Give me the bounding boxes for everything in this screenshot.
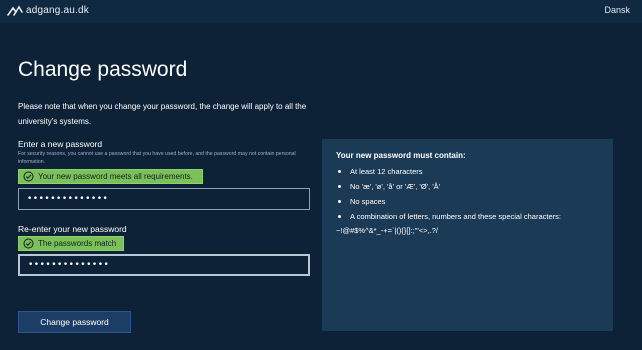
- check-circle-icon: [22, 238, 34, 250]
- page-title: Change password: [18, 58, 188, 81]
- requirement-item: No spaces: [336, 196, 599, 207]
- requirements-list: At least 12 characters No 'æ', 'ø', 'å' …: [336, 166, 599, 236]
- password-requirements-panel: Your new password must contain: At least…: [322, 139, 613, 331]
- requirements-title: Your new password must contain:: [336, 151, 466, 160]
- confirm-password-label: Re-enter your new password: [18, 224, 127, 234]
- page-note: Please note that when you change your pa…: [18, 102, 307, 126]
- requirement-item: No 'æ', 'ø', 'å' or 'Æ', 'Ø', 'Å': [336, 181, 599, 192]
- confirm-password-input[interactable]: [18, 254, 310, 276]
- requirement-item: At least 12 characters: [336, 166, 599, 177]
- language-link[interactable]: Dansk: [604, 5, 630, 15]
- new-password-status-badge: Your new password meets all requirements…: [18, 169, 203, 184]
- confirm-password-status-badge: The passwords match: [18, 236, 124, 251]
- new-password-status-text: Your new password meets all requirements…: [38, 172, 193, 181]
- special-characters: ~!@#$%^&*_-+=`|(){}[]:;"'<>,.?/: [336, 226, 439, 235]
- check-circle-icon: [22, 171, 34, 183]
- top-bar: adgang.au.dk Dansk: [0, 0, 642, 23]
- mouse-cursor-icon: [288, 263, 299, 270]
- site-name: adgang.au.dk: [26, 4, 90, 16]
- new-password-input[interactable]: [18, 188, 310, 210]
- site-logo[interactable]: adgang.au.dk: [7, 4, 89, 16]
- new-password-label: Enter a new password: [18, 139, 103, 149]
- change-password-button[interactable]: Change password: [18, 311, 131, 333]
- requirement-item: A combination of letters, numbers and th…: [336, 211, 599, 236]
- confirm-password-status-text: The passwords match: [38, 239, 117, 248]
- au-logo-icon: [7, 5, 23, 16]
- new-password-hint: For security reasons, you cannot use a p…: [18, 151, 296, 165]
